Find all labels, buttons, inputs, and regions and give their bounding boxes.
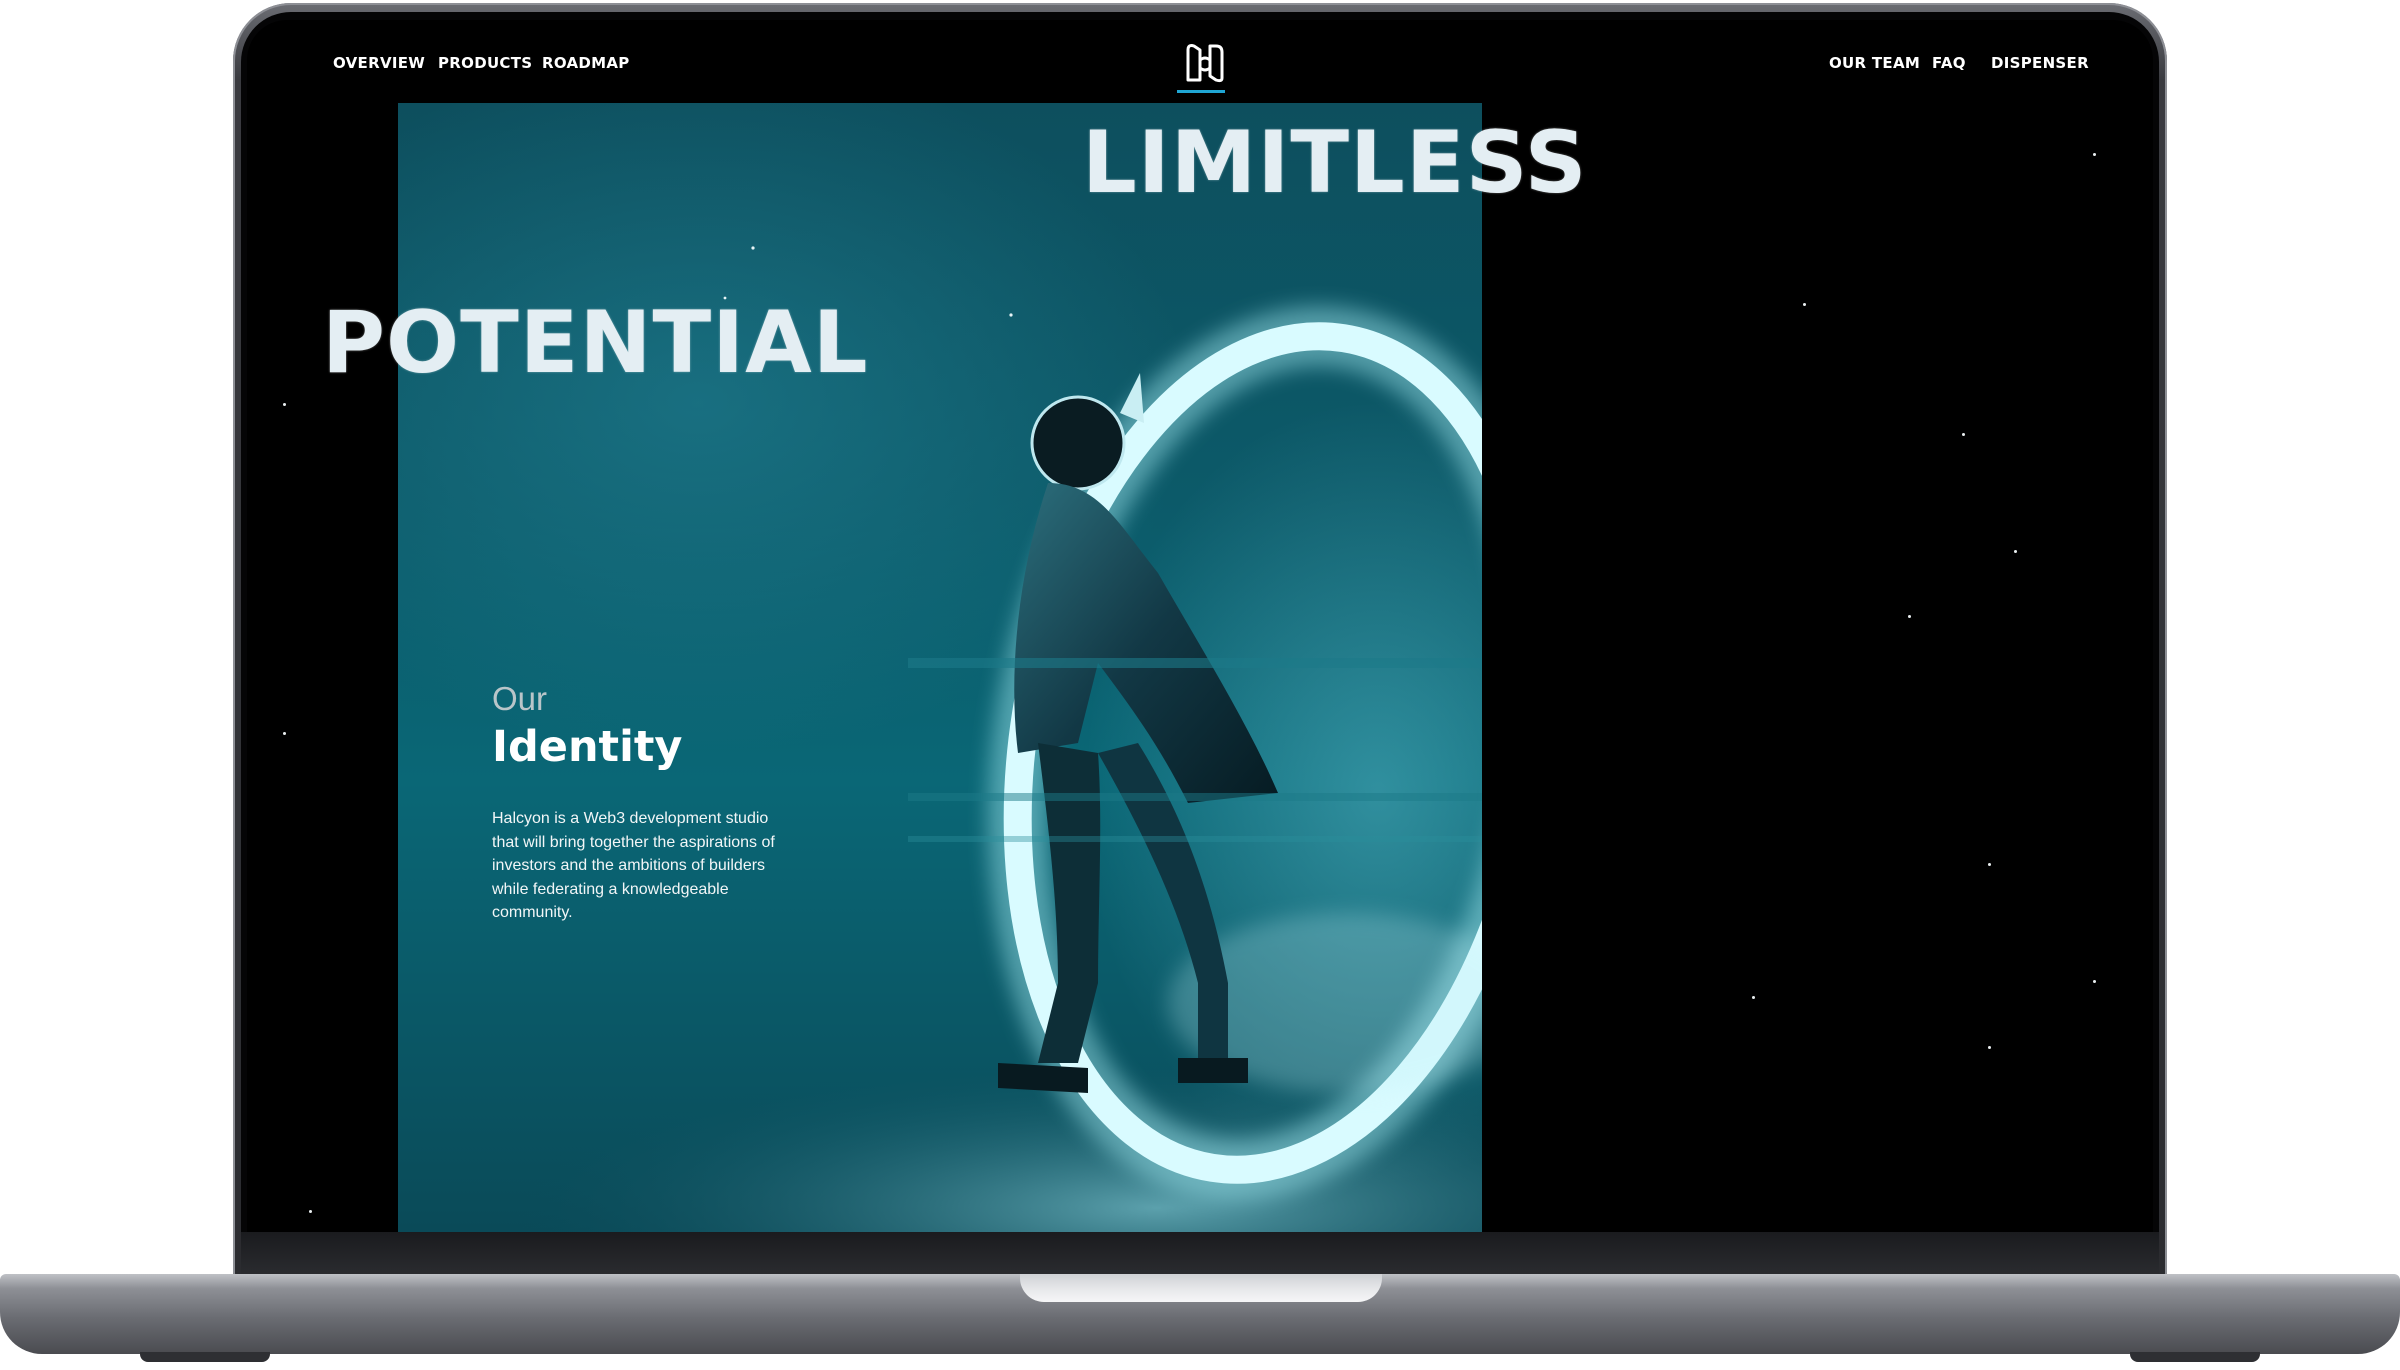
nav-faq[interactable]: FAQ	[1932, 54, 1966, 72]
star	[1803, 303, 1806, 306]
star	[2093, 980, 2096, 983]
star	[309, 1210, 312, 1213]
star	[1908, 615, 1911, 618]
laptop-chin	[241, 1232, 2159, 1274]
headline-limitless: LIMITLESS	[1082, 113, 1588, 213]
star	[2014, 550, 2017, 553]
identity-title: Identity	[492, 722, 683, 772]
nav-products[interactable]: PRODUCTS	[438, 54, 532, 72]
star	[283, 732, 286, 735]
nav-dispenser[interactable]: DISPENSER	[1991, 54, 2089, 72]
nav-our-team[interactable]: OUR TEAM	[1829, 54, 1920, 72]
star	[2093, 153, 2096, 156]
headline-potential: POTENTIAL	[322, 293, 869, 393]
star	[1988, 863, 1991, 866]
halcyon-logo-icon[interactable]	[1180, 38, 1230, 88]
logo-active-underline	[1177, 90, 1225, 93]
laptop-screen: LIMITLESS POTENTIAL Our Identity Halcyon…	[247, 20, 2153, 1232]
star	[283, 403, 286, 406]
laptop-foot-left	[140, 1352, 270, 1362]
identity-description: Halcyon is a Web3 development studio tha…	[492, 810, 775, 921]
star	[1988, 1046, 1991, 1049]
identity-label-small: Our	[492, 680, 548, 717]
laptop-foot-right	[2130, 1352, 2260, 1362]
astronaut-portal-illustration	[398, 246, 1482, 1232]
laptop-opening-notch	[1020, 1274, 1382, 1302]
nav-roadmap[interactable]: ROADMAP	[542, 54, 630, 72]
nav-overview[interactable]: OVERVIEW	[333, 54, 425, 72]
star	[1752, 996, 1755, 999]
hero-artwork	[398, 103, 1482, 1232]
star	[1962, 433, 1965, 436]
